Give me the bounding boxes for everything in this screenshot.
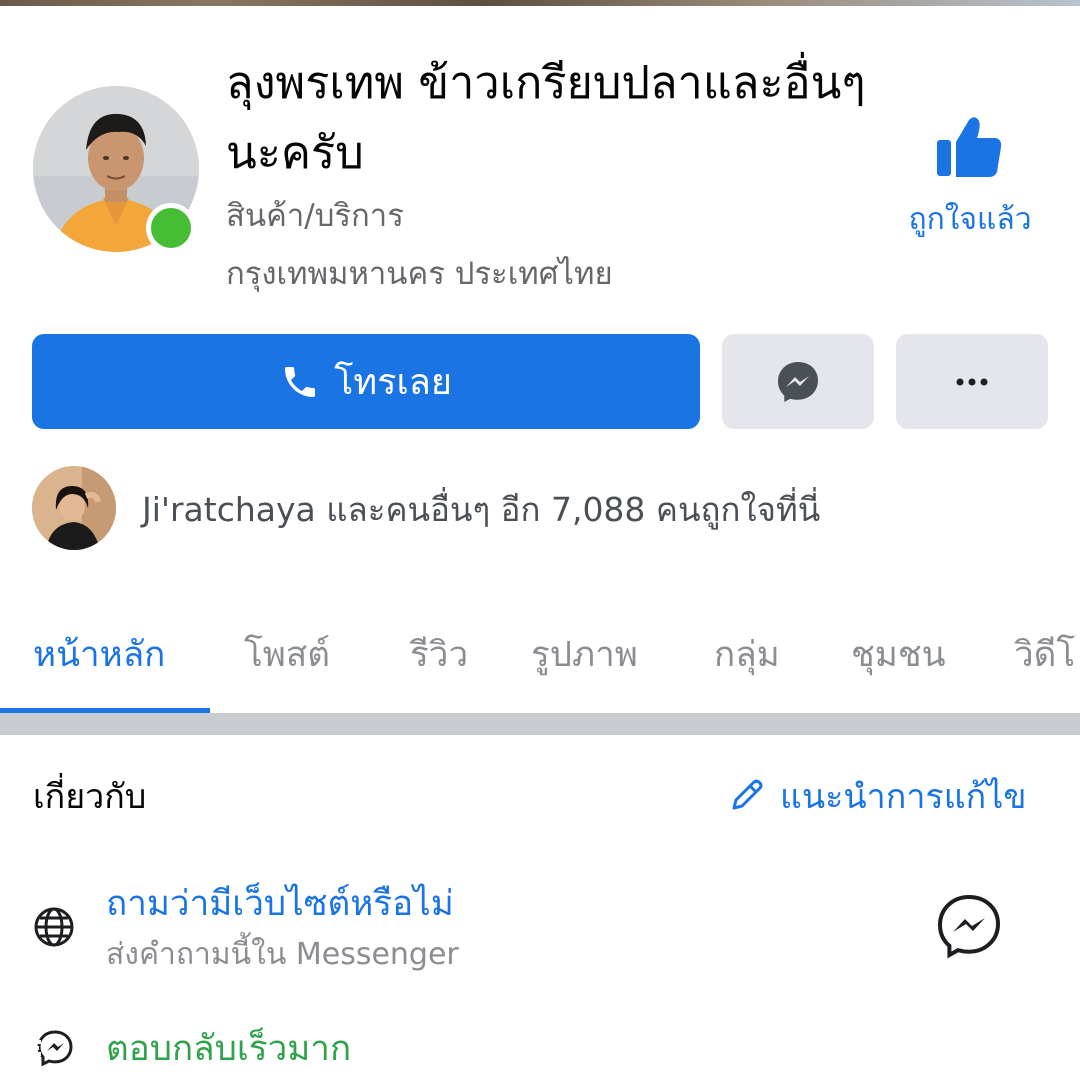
- page-tabs: หน้าหลัก โพสต์ รีวิว รูปภาพ กลุ่ม ชุมชน …: [0, 600, 1080, 710]
- more-button[interactable]: [896, 334, 1048, 429]
- page-category: สินค้า/บริการ: [226, 198, 404, 234]
- pencil-icon: [732, 779, 763, 810]
- cover-photo-edge: [0, 0, 1080, 6]
- tab-reviews[interactable]: รีวิว: [410, 630, 468, 680]
- tab-photos[interactable]: รูปภาพ: [531, 630, 638, 680]
- suggest-edit-button[interactable]: แนะนำการแก้ไข: [726, 772, 1027, 820]
- friends-like-summary[interactable]: Ji'ratchaya และคนอื่นๆ อีก 7,088 คนถูกใจ…: [142, 488, 820, 532]
- page-location: กรุงเทพมหานคร ประเทศไทย: [226, 256, 613, 292]
- globe-icon: [34, 907, 74, 947]
- tab-groups[interactable]: กลุ่ม: [714, 630, 780, 680]
- thumbs-up-icon: [937, 117, 1002, 177]
- phone-icon: [285, 366, 316, 397]
- call-now-label: โทรเลย: [334, 362, 452, 403]
- page-title: ลุงพรเทพ ข้าวเกรียบปลาและอื่นๆนะครับ: [226, 56, 866, 179]
- messenger-icon[interactable]: [936, 893, 1002, 959]
- online-status-indicator: [146, 203, 196, 253]
- ask-website-link[interactable]: ถามว่ามีเว็บไซต์หรือไม่: [106, 880, 454, 928]
- tab-videos[interactable]: วิดีโ: [1014, 630, 1075, 680]
- tab-community[interactable]: ชุมชน: [851, 630, 946, 680]
- call-now-button[interactable]: โทรเลย: [32, 334, 700, 429]
- fast-response-icon: [33, 1030, 73, 1067]
- tab-posts[interactable]: โพสต์: [244, 630, 330, 680]
- response-time-text: ตอบกลับเร็วมาก: [106, 1029, 352, 1069]
- friend-avatar[interactable]: [32, 466, 116, 550]
- message-button[interactable]: [722, 334, 874, 429]
- messenger-icon: [778, 361, 818, 402]
- liked-button[interactable]: ถูกใจแล้ว: [890, 112, 1050, 252]
- tab-home[interactable]: หน้าหลัก: [33, 630, 165, 680]
- ask-website-subtext: ส่งคำถามนี้ใน Messenger: [106, 937, 459, 972]
- about-heading: เกี่ยวกับ: [33, 777, 147, 817]
- suggest-edit-label: แนะนำการแก้ไข: [780, 777, 1027, 817]
- section-divider: [0, 713, 1080, 735]
- more-dots-icon: [956, 378, 988, 385]
- liked-label: ถูกใจแล้ว: [908, 202, 1032, 237]
